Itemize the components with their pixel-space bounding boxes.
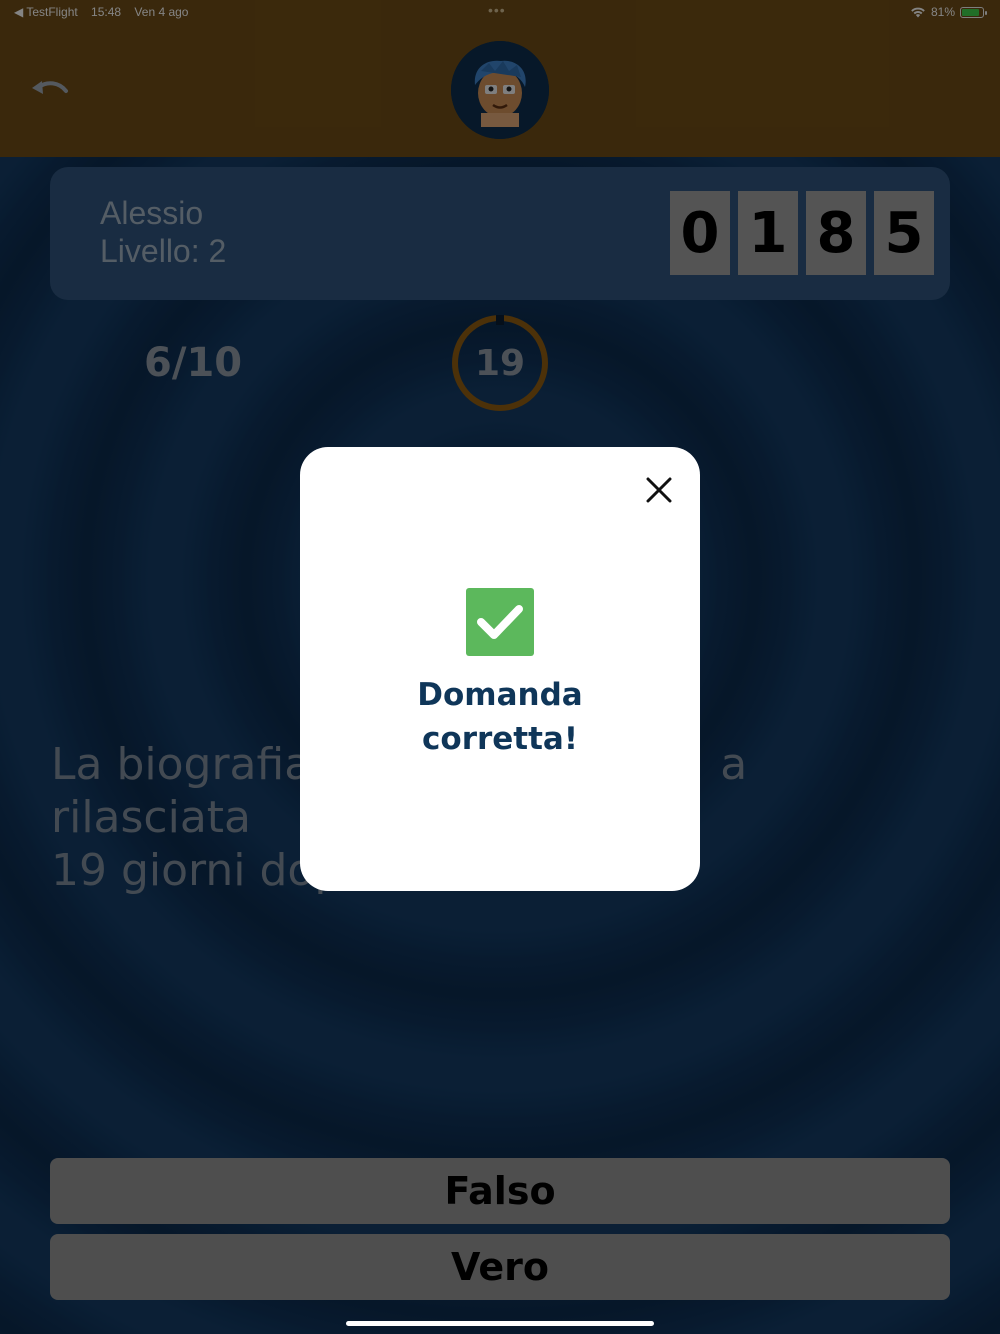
checkmark-icon: [477, 605, 523, 639]
home-indicator[interactable]: [346, 1321, 654, 1326]
result-message-line-2: corretta!: [422, 721, 578, 757]
result-dialog: Domanda corretta!: [300, 447, 700, 891]
result-message: Domanda corretta!: [300, 673, 700, 761]
close-icon: [646, 477, 672, 503]
result-message-line-1: Domanda: [417, 677, 583, 713]
close-button[interactable]: [640, 471, 678, 509]
success-badge: [466, 588, 534, 656]
